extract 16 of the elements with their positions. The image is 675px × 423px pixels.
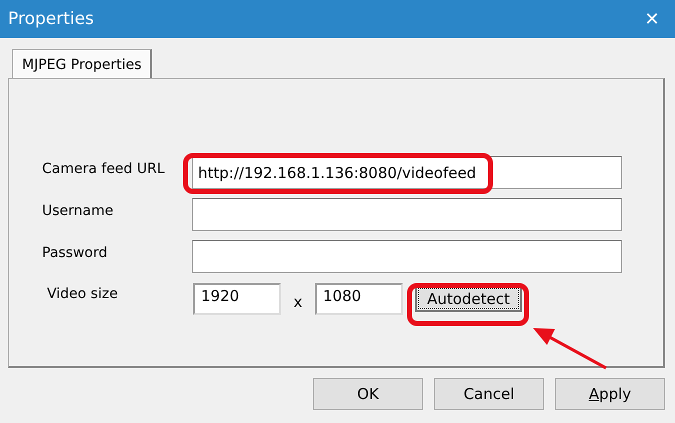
input-field[interactable] bbox=[192, 198, 622, 231]
dialog-button[interactable]: OK bbox=[313, 378, 423, 410]
input-field[interactable] bbox=[192, 240, 622, 273]
field-label: Video size bbox=[46, 286, 119, 302]
field-label: Username bbox=[42, 202, 114, 218]
width-field[interactable]: 1920 bbox=[193, 282, 281, 314]
dialog-button[interactable]: Apply bbox=[555, 378, 665, 410]
height-field[interactable]: 1080 bbox=[315, 282, 403, 314]
close-icon[interactable]: ✕ bbox=[629, 8, 675, 30]
field-label: Password bbox=[42, 244, 108, 260]
input-field[interactable]: http://192.168.1.136:8080/videofeed bbox=[192, 156, 622, 189]
tab[interactable]: MJPEG Properties bbox=[12, 49, 152, 79]
field-label: Camera feed URL bbox=[42, 160, 166, 176]
dialog-button[interactable]: Cancel bbox=[434, 378, 544, 410]
times-sign: x bbox=[292, 292, 304, 310]
window-title: Properties bbox=[8, 9, 94, 29]
